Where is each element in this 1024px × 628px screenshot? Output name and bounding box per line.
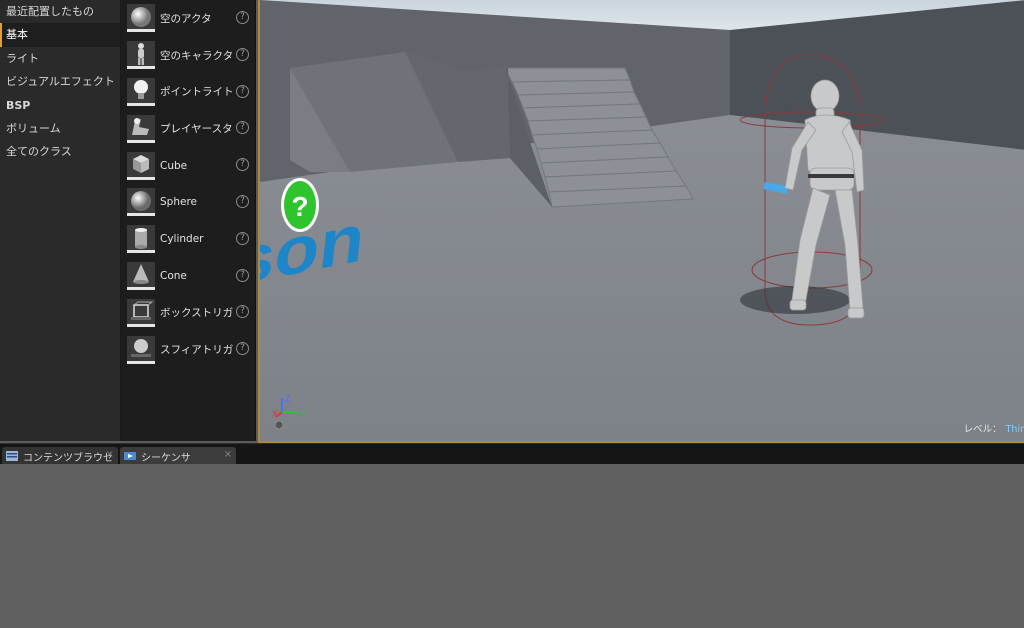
current-level-label: レベル： Thir (964, 421, 1024, 435)
item-label: ポイントライト (160, 86, 234, 99)
placement-category-list: 最近配置したもの 基本 ライト ビジュアルエフェクト BSP ボリューム 全ての… (0, 0, 121, 441)
help-icon[interactable]: ? (236, 342, 249, 356)
bottom-tab-strip: コンテンツブラウセ × シーケンサ × (0, 443, 1024, 465)
character-icon (127, 41, 155, 70)
help-icon[interactable]: ? (236, 84, 249, 98)
close-icon[interactable]: × (224, 449, 232, 460)
item-box-trigger[interactable]: ボックストリガ ? (121, 294, 255, 331)
help-icon[interactable]: ? (236, 11, 249, 24)
tab-content-browser[interactable]: コンテンツブラウセ × (2, 447, 118, 465)
help-icon[interactable]: ? (236, 194, 249, 208)
item-label: Sphere (160, 196, 197, 209)
item-cylinder[interactable]: Cylinder ? (121, 221, 255, 258)
item-empty-character[interactable]: 空のキャラクタ ? (121, 37, 255, 74)
box-trigger-icon (127, 298, 155, 327)
item-point-light[interactable]: ポイントライト ? (121, 74, 255, 111)
sphere-trigger-icon (127, 335, 155, 364)
cone-icon (127, 261, 155, 290)
category-lights[interactable]: ライト (0, 47, 120, 70)
category-bsp[interactable]: BSP (0, 94, 120, 117)
help-icon[interactable]: ? (236, 268, 249, 282)
level-name: Thir (1005, 424, 1024, 435)
category-volumes[interactable]: ボリューム (0, 117, 120, 140)
content-browser-icon (6, 451, 18, 461)
lightbulb-icon (127, 77, 155, 106)
item-player-start[interactable]: プレイヤースタ ? (121, 110, 255, 147)
category-all-classes[interactable]: 全てのクラス (0, 140, 120, 163)
svg-text:X: X (272, 409, 278, 419)
level-viewport[interactable]: erson ? Z Y X レベル： Thir (258, 0, 1024, 443)
help-icon[interactable]: ? (236, 158, 249, 172)
cylinder-icon (127, 225, 155, 254)
item-label: Cube (160, 159, 188, 172)
item-label: 空のアクタ (160, 12, 212, 25)
svg-text:Y: Y (300, 408, 306, 418)
item-sphere-trigger[interactable]: スフィアトリガ ? (121, 331, 255, 368)
item-sphere[interactable]: Sphere ? (121, 184, 255, 221)
viewport-scene: erson ? Z Y X (260, 0, 1024, 441)
item-label: スフィアトリガ (160, 344, 234, 357)
level-caption: レベル： (963, 424, 1002, 435)
category-visual-effects[interactable]: ビジュアルエフェクト (0, 70, 120, 93)
sphere-icon (127, 4, 155, 33)
item-label: ボックストリガ (160, 307, 234, 320)
item-label: Cone (160, 269, 187, 282)
tab-label: シーケンサ (141, 452, 191, 464)
item-label: 空のキャラクタ (160, 49, 234, 62)
tab-sequencer[interactable]: シーケンサ × (120, 447, 236, 465)
player-start-icon (127, 114, 155, 143)
help-icon[interactable]: ? (236, 305, 249, 319)
sequencer-panel (0, 464, 1024, 628)
svg-text:Z: Z (285, 394, 291, 404)
help-icon[interactable]: ? (236, 231, 249, 245)
cube-icon (127, 151, 155, 180)
close-icon[interactable]: × (106, 449, 114, 460)
category-recently-placed[interactable]: 最近配置したもの (0, 0, 120, 23)
tab-label: コンテンツブラウセ (23, 452, 113, 464)
help-icon[interactable]: ? (236, 47, 249, 61)
help-icon[interactable]: ? (236, 121, 249, 135)
sequencer-icon (124, 452, 136, 460)
item-cone[interactable]: Cone ? (121, 258, 255, 295)
item-label: Cylinder (160, 233, 204, 246)
item-cube[interactable]: Cube ? (121, 147, 255, 184)
item-empty-actor[interactable]: 空のアクタ ? (121, 0, 255, 37)
question-marker-icon[interactable]: ? (291, 191, 308, 222)
placeable-item-list: 空のアクタ ? 空のキャラクタ ? ポイントライト ? プレイヤースタ ? Cu… (121, 0, 256, 441)
sphere-icon (127, 188, 155, 217)
category-basic[interactable]: 基本 (0, 23, 120, 47)
item-label: プレイヤースタ (160, 123, 233, 136)
